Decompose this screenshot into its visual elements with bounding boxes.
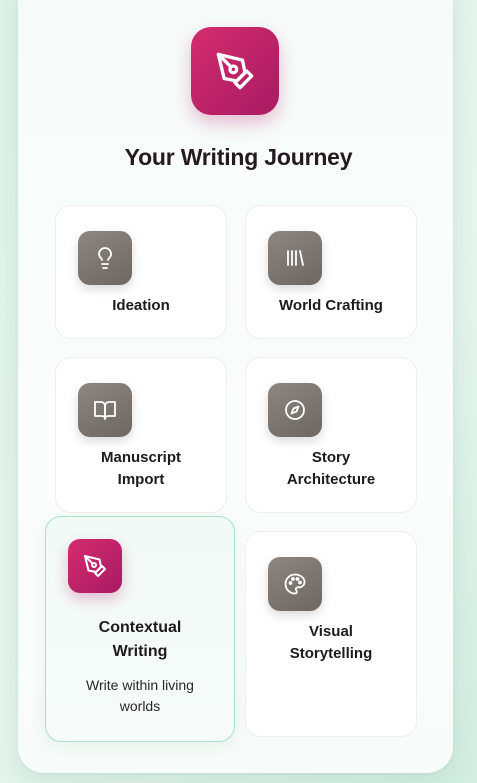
palette-icon: [268, 557, 322, 611]
step-label: Manuscript Import: [100, 449, 181, 488]
step-label: Ideation: [112, 297, 170, 314]
pen-tool-icon: [191, 27, 279, 115]
step-card-manuscript-import[interactable]: Manuscript Import: [55, 357, 227, 513]
library-icon: [268, 231, 322, 285]
lightbulb-icon: [78, 231, 132, 285]
page-title: Your Writing Journey: [124, 144, 353, 170]
step-label: Contextual Writing: [98, 619, 182, 660]
step-card-story-architecture[interactable]: Story Architecture: [245, 357, 417, 513]
step-card-ideation[interactable]: Ideation: [55, 205, 227, 339]
pen-tool-icon: [68, 539, 122, 593]
step-label: Story Architecture: [286, 449, 376, 488]
step-card-contextual-writing[interactable]: Contextual Writing Write within living w…: [45, 516, 235, 742]
step-label: World Crafting: [279, 297, 383, 314]
step-card-visual-storytelling[interactable]: Visual Storytelling: [245, 531, 417, 737]
step-label: Visual Storytelling: [289, 623, 373, 662]
step-card-world-crafting[interactable]: World Crafting: [245, 205, 417, 339]
step-description: Write within living worlds: [86, 677, 194, 714]
book-open-icon: [78, 383, 132, 437]
compass-icon: [268, 383, 322, 437]
